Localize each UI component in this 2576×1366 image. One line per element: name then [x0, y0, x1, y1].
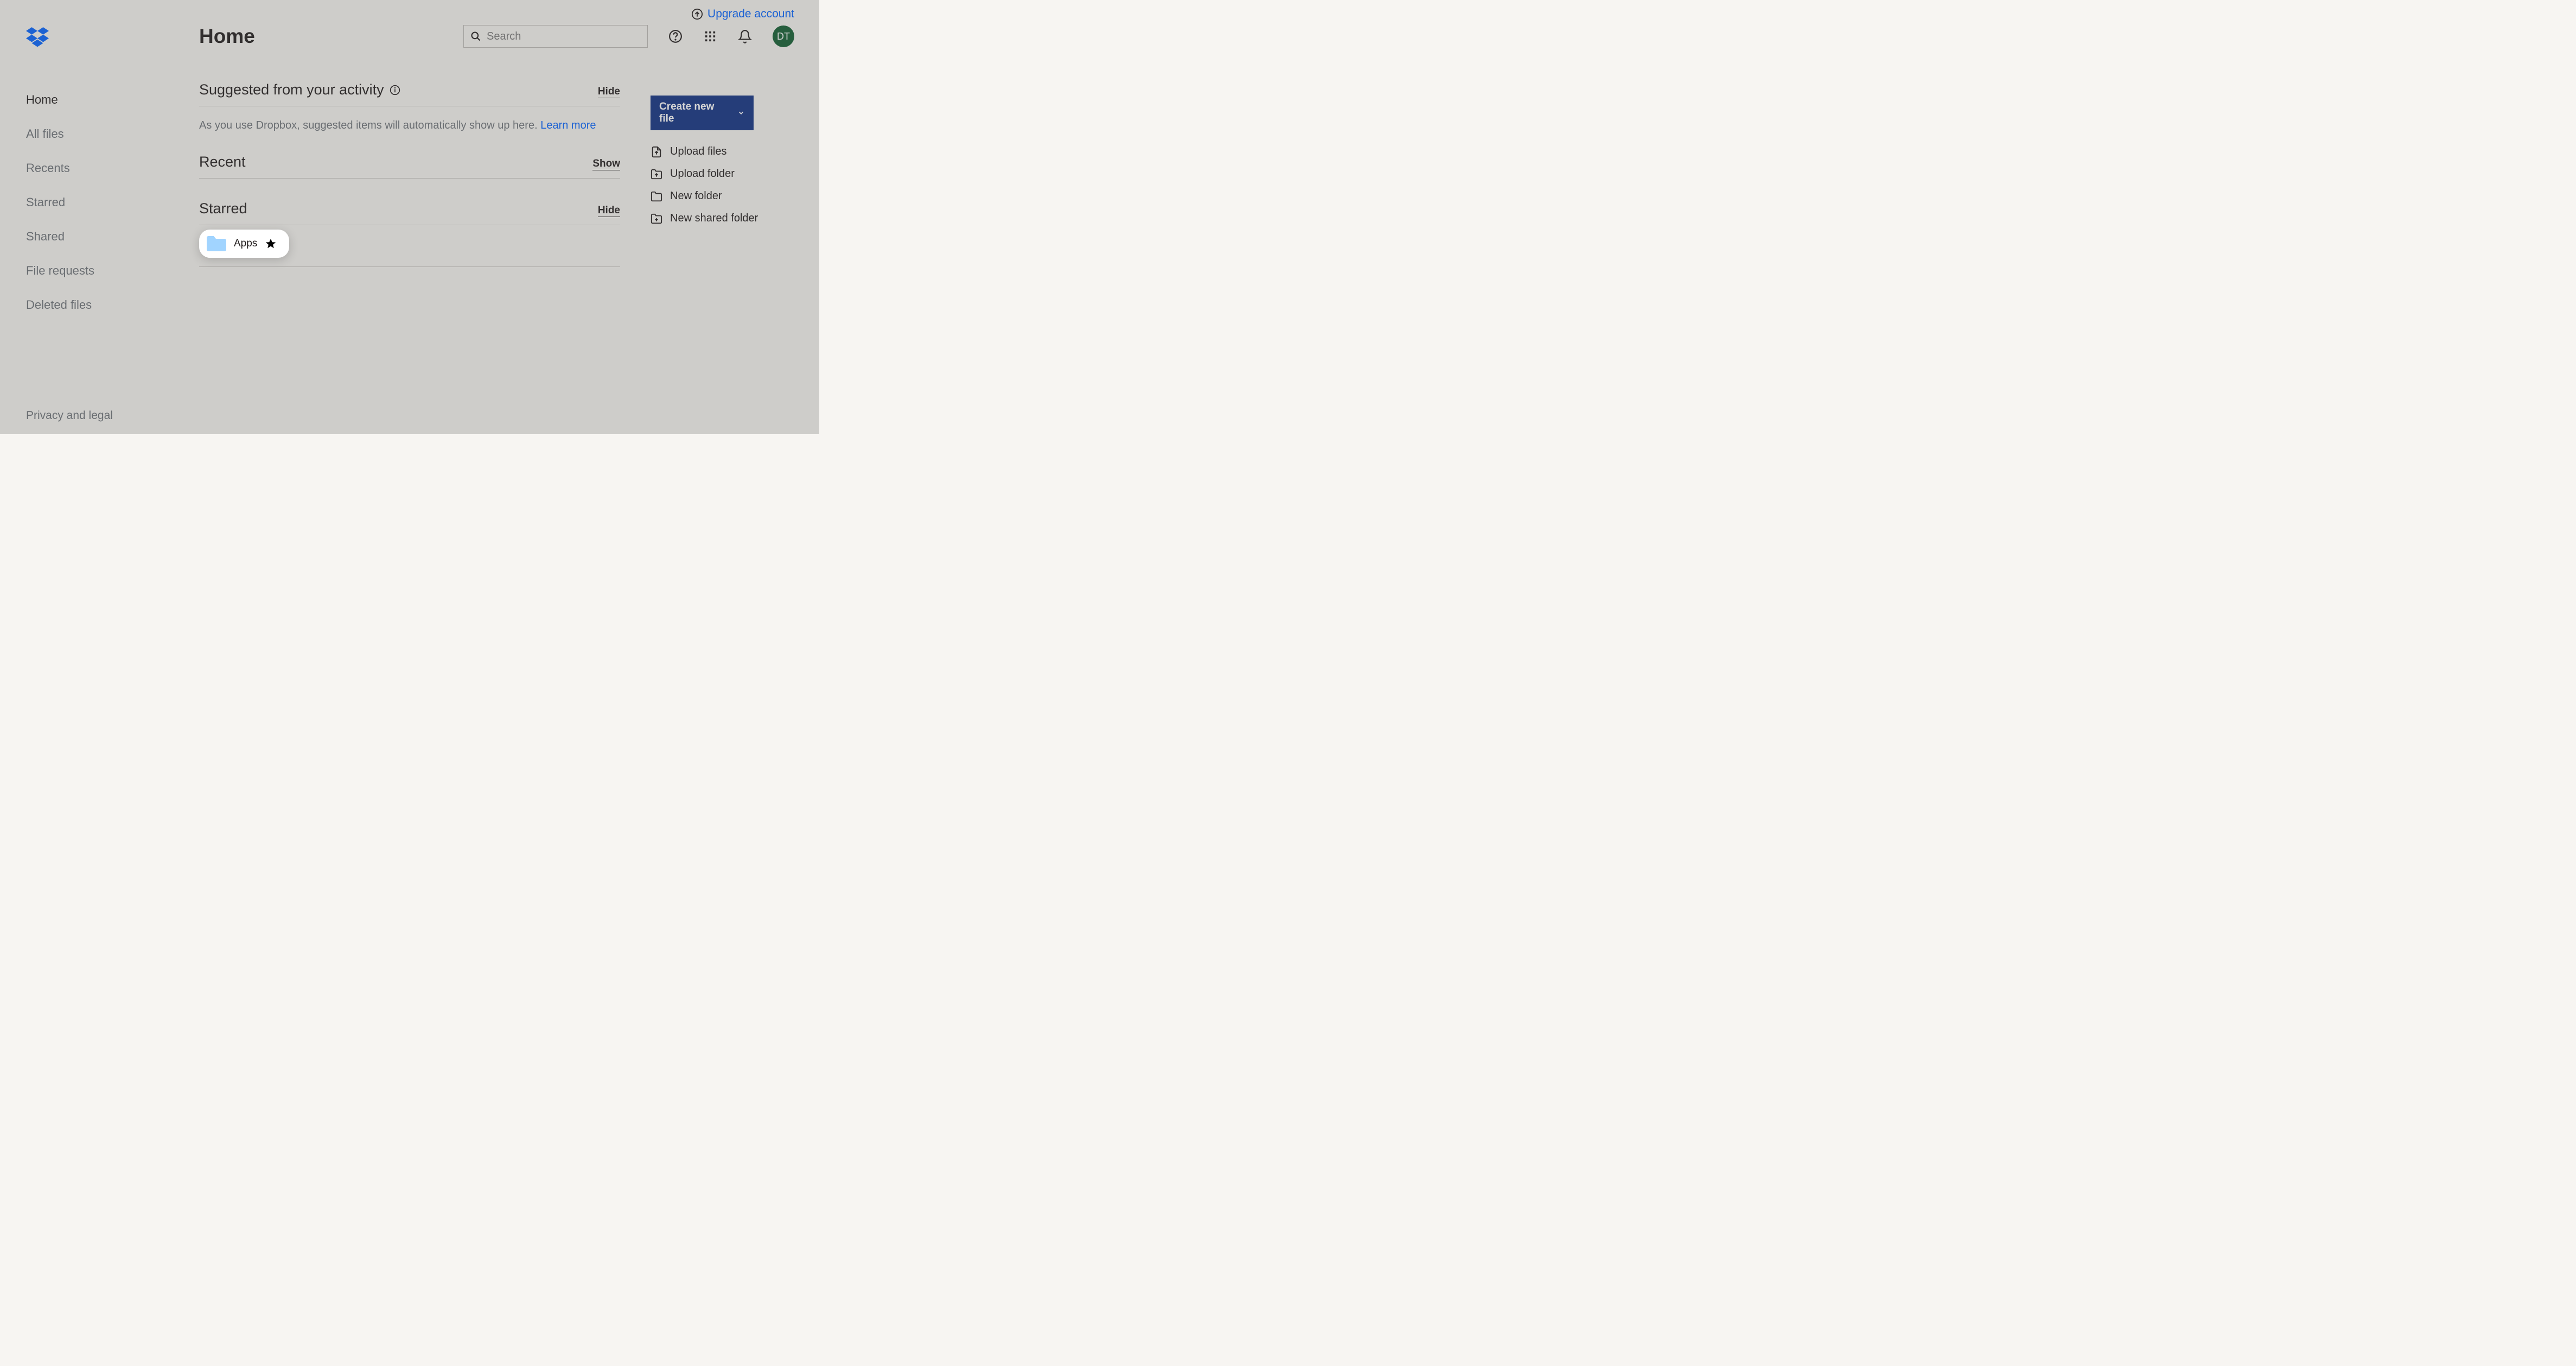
search-box[interactable] — [463, 25, 648, 48]
upgrade-icon — [691, 8, 703, 20]
nav-deleted-files[interactable]: Deleted files — [26, 298, 170, 312]
nav-all-files[interactable]: All files — [26, 127, 170, 141]
recent-show-button[interactable]: Show — [592, 158, 620, 170]
help-icon — [668, 29, 683, 43]
upgrade-account-link[interactable]: Upgrade account — [707, 8, 794, 21]
suggested-description: As you use Dropbox, suggested items will… — [199, 119, 620, 132]
action-label: Upload files — [670, 145, 727, 158]
folder-icon — [207, 236, 226, 252]
nav-shared[interactable]: Shared — [26, 230, 170, 244]
search-icon — [470, 31, 481, 42]
suggested-hide-button[interactable]: Hide — [598, 86, 620, 98]
actions-panel: Create new file Upload files Upload fold… — [651, 81, 774, 267]
dropbox-logo[interactable] — [26, 26, 49, 48]
action-label: New shared folder — [670, 212, 758, 225]
recent-title: Recent — [199, 154, 246, 170]
learn-more-link[interactable]: Learn more — [540, 119, 596, 131]
help-button[interactable] — [668, 29, 683, 43]
starred-title: Starred — [199, 200, 247, 217]
main-content: Upgrade account Home DT — [170, 0, 819, 434]
page-title: Home — [199, 25, 255, 48]
bell-icon — [738, 29, 752, 43]
upload-files-action[interactable]: Upload files — [651, 145, 774, 158]
new-folder-action[interactable]: New folder — [651, 190, 774, 202]
nav-starred[interactable]: Starred — [26, 195, 170, 209]
folder-upload-icon — [651, 168, 662, 180]
folder-plus-icon — [651, 213, 662, 225]
suggested-title: Suggested from your activity — [199, 81, 384, 98]
info-icon[interactable] — [390, 85, 400, 96]
upload-folder-action[interactable]: Upload folder — [651, 168, 774, 180]
folder-icon — [651, 190, 662, 202]
new-shared-folder-action[interactable]: New shared folder — [651, 212, 774, 225]
apps-grid-button[interactable] — [703, 29, 717, 43]
search-input[interactable] — [487, 30, 641, 43]
sidebar: Home All files Recents Starred Shared Fi… — [0, 0, 170, 434]
action-label: Upload folder — [670, 168, 735, 180]
starred-section: Starred Hide Apps — [199, 200, 620, 267]
privacy-legal-link[interactable]: Privacy and legal — [26, 409, 113, 422]
nav-recents[interactable]: Recents — [26, 161, 170, 175]
nav-file-requests[interactable]: File requests — [26, 264, 170, 278]
notifications-button[interactable] — [738, 29, 752, 43]
starred-hide-button[interactable]: Hide — [598, 205, 620, 217]
primary-nav: Home All files Recents Starred Shared Fi… — [0, 93, 170, 312]
apps-grid-icon — [704, 30, 716, 42]
file-upload-icon — [651, 146, 662, 158]
create-new-file-button[interactable]: Create new file — [651, 96, 754, 130]
starred-folder-apps[interactable]: Apps — [199, 230, 289, 258]
recent-section: Recent Show — [199, 154, 620, 179]
action-label: New folder — [670, 190, 722, 202]
suggested-section: Suggested from your activity Hide As you… — [199, 81, 620, 132]
nav-home[interactable]: Home — [26, 93, 170, 107]
avatar[interactable]: DT — [773, 26, 794, 47]
chevron-down-icon — [737, 109, 745, 117]
starred-item-name: Apps — [234, 238, 257, 250]
star-icon[interactable] — [265, 238, 277, 250]
